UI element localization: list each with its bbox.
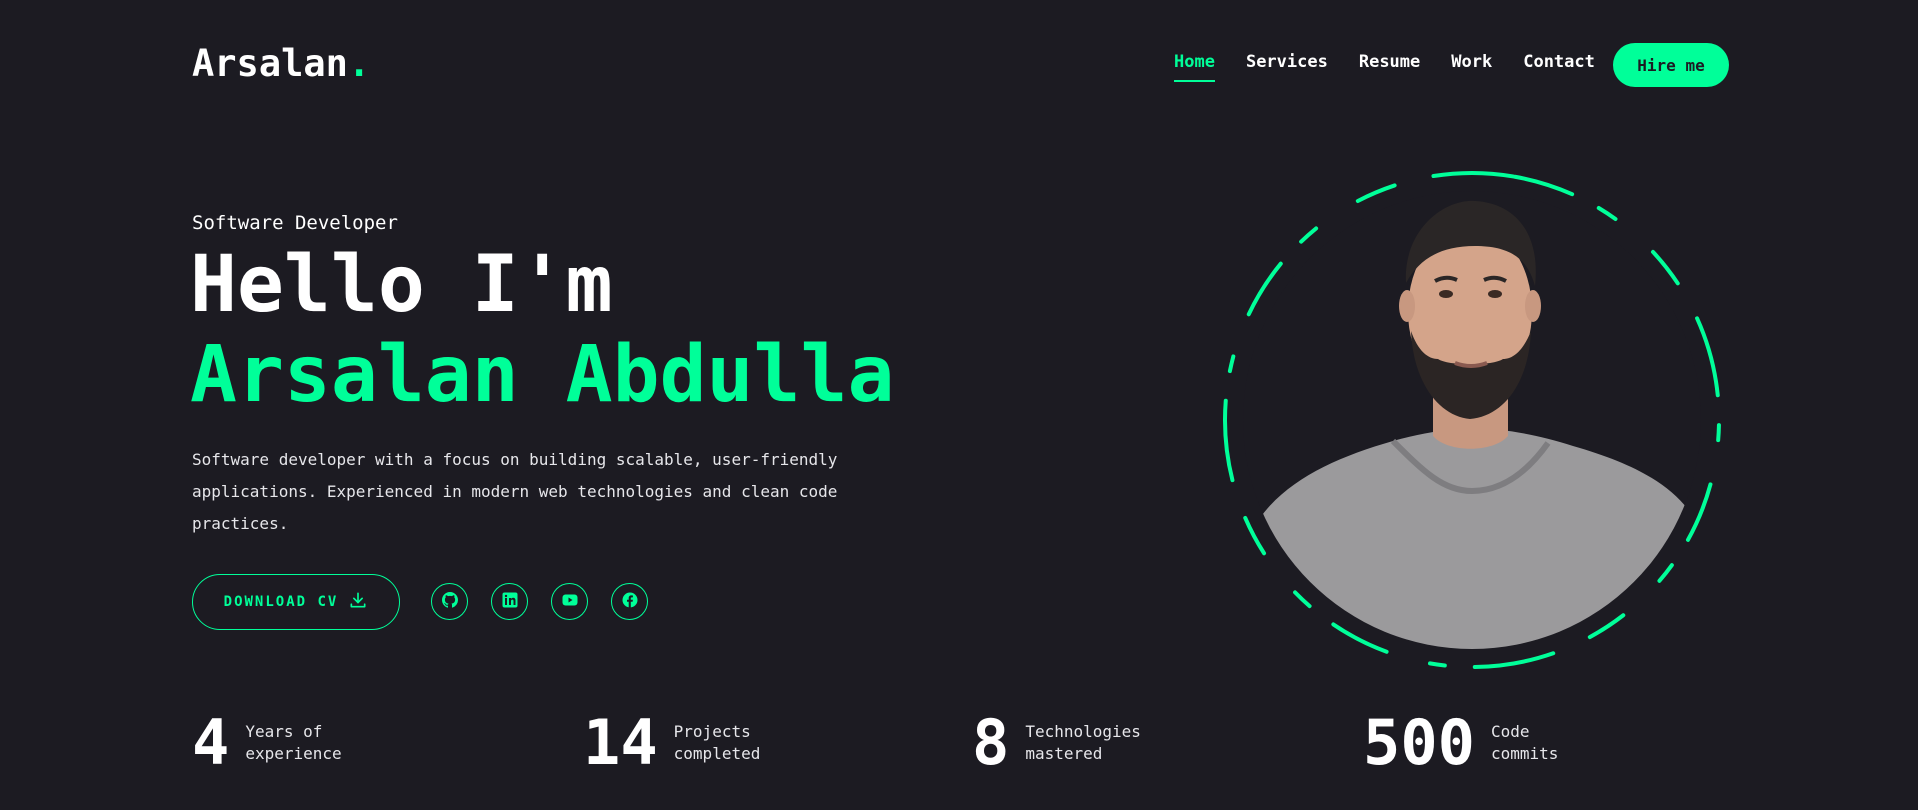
logo-dot: . [347, 42, 371, 85]
linkedin-icon [502, 592, 518, 612]
nav-services[interactable]: Services [1246, 52, 1328, 82]
stat-label: Technologies mastered [1025, 722, 1141, 763]
facebook-icon [622, 592, 638, 612]
nav-work[interactable]: Work [1451, 52, 1492, 82]
facebook-link[interactable] [611, 583, 648, 620]
hire-me-button[interactable]: Hire me [1613, 43, 1729, 87]
social-links [431, 583, 648, 620]
stat-label: Projects completed [673, 722, 761, 763]
youtube-icon [562, 592, 578, 612]
logo-text: Arsalan [192, 42, 348, 85]
nav-home[interactable]: Home [1174, 52, 1215, 82]
nav-contact[interactable]: Contact [1523, 52, 1595, 82]
download-cv-label: DOWNLOAD CV [223, 594, 339, 610]
stat-value: 4 [192, 706, 230, 779]
stat-label: Code commits [1490, 722, 1559, 763]
download-cv-button[interactable]: DOWNLOAD CV [192, 574, 400, 630]
youtube-link[interactable] [551, 583, 588, 620]
linkedin-link[interactable] [491, 583, 528, 620]
stat-projects: 14 Projects completed [583, 712, 824, 774]
profile-photo-container [1217, 165, 1727, 675]
role-title: Software Developer [192, 212, 398, 234]
nav-resume[interactable]: Resume [1359, 52, 1420, 82]
stat-label: Years of experience [245, 722, 342, 763]
github-link[interactable] [431, 583, 468, 620]
stat-technologies: 8 Technologies mastered [972, 712, 1175, 774]
dashed-ring [1223, 171, 1721, 669]
name-heading: Arsalan Abdulla [190, 330, 895, 420]
logo[interactable]: Arsalan. [192, 42, 370, 85]
stat-value: 14 [583, 706, 658, 779]
download-icon [348, 590, 368, 614]
main-nav: Home Services Resume Work Contact [1174, 52, 1595, 82]
page: Arsalan. Home Services Resume Work Conta… [0, 0, 1918, 810]
greeting-heading: Hello I'm [190, 240, 613, 330]
stat-experience: 4 Years of experience [192, 712, 395, 774]
github-icon [441, 591, 458, 612]
stat-value: 8 [972, 706, 1010, 779]
stat-value: 500 [1363, 706, 1475, 779]
hero-description: Software developer with a focus on build… [192, 450, 838, 533]
stat-commits: 500 Code commits [1363, 712, 1641, 774]
